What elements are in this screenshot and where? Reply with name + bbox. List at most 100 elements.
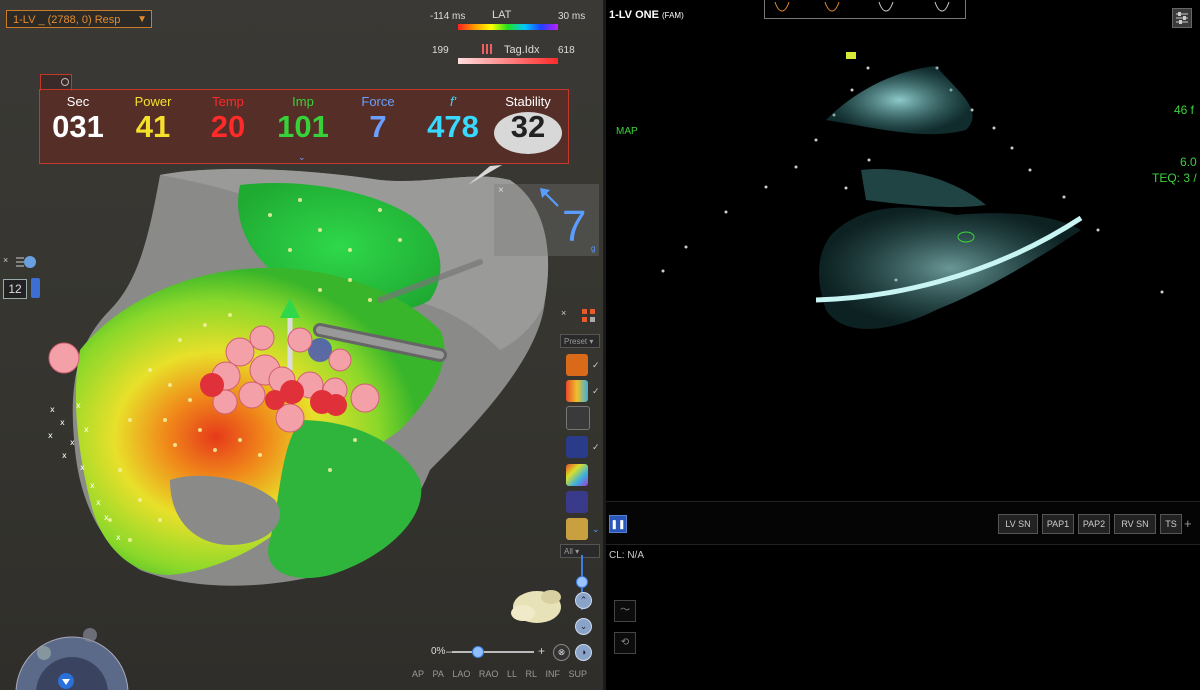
svg-text:x: x: [104, 513, 109, 522]
metric-frequency: f' 478: [418, 94, 488, 145]
grid-points-button[interactable]: [566, 436, 588, 458]
zoom-in-button[interactable]: +: [538, 644, 545, 658]
lat-color-bar: [458, 24, 558, 30]
map-selector[interactable]: 1-LV _ (2788, 0) Resp ▼: [6, 10, 152, 28]
navigation-dial[interactable]: [14, 625, 130, 690]
respiration-icon[interactable]: [14, 254, 36, 270]
svg-text:x: x: [76, 401, 81, 410]
metric-power: Power 41: [118, 94, 188, 145]
history-icon[interactable]: ⟲: [614, 632, 636, 654]
metric-force: Force 7: [343, 94, 413, 145]
settings-sliders-icon[interactable]: [1172, 8, 1192, 28]
metric-temp: Temp 20: [193, 94, 263, 145]
svg-text:x: x: [84, 425, 89, 434]
thumbnail-strip[interactable]: [764, 0, 966, 19]
view-lao[interactable]: LAO: [452, 669, 470, 679]
lv-sn-button[interactable]: LV SN: [998, 514, 1038, 534]
metric-label: Imp: [292, 94, 314, 109]
check-icon: ✓: [592, 442, 600, 452]
heart-orientation-icon[interactable]: [505, 583, 575, 628]
camera-icon: [61, 78, 69, 86]
cycle-length: CL: N/A: [609, 550, 645, 561]
rv-sn-button[interactable]: RV SN: [1114, 514, 1156, 534]
chevron-down-icon[interactable]: ⌄: [298, 152, 306, 163]
close-icon[interactable]: ×: [561, 308, 566, 318]
tag-display-button[interactable]: [566, 354, 588, 376]
pause-button[interactable]: ❚❚: [609, 515, 627, 533]
rotate-up-button[interactable]: ⌃: [575, 592, 592, 609]
echo-panel: 1-LV ONE (FAM) MAP 46 f 6.0 TEQ: 3 / ❚❚ …: [606, 0, 1200, 690]
close-icon[interactable]: ×: [3, 255, 8, 265]
metric-value: 41: [135, 109, 171, 144]
svg-text:x: x: [50, 405, 55, 414]
metric-label: Force: [361, 94, 395, 109]
points-button[interactable]: [566, 406, 590, 430]
chevron-down-icon[interactable]: ⌄: [592, 524, 600, 535]
force-value: 7: [562, 202, 587, 251]
tag-min: 199: [432, 45, 449, 56]
pap2-button[interactable]: PAP2: [1078, 514, 1110, 534]
rotate-down-button[interactable]: ⌄: [575, 618, 592, 635]
force-arrow-icon: [540, 188, 559, 207]
frame-rate-label: 46 f: [1174, 103, 1195, 117]
preset-dropdown[interactable]: Preset ▾: [560, 334, 600, 348]
pap1-button[interactable]: PAP1: [1042, 514, 1074, 534]
svg-text:x: x: [62, 451, 67, 460]
waveform-icon[interactable]: 〜: [614, 600, 636, 622]
tag-icon: [482, 44, 492, 54]
lat-max: 30 ms: [558, 11, 586, 22]
grid-icon[interactable]: [581, 308, 597, 324]
map-label: MAP: [616, 126, 638, 137]
view-ap[interactable]: AP: [412, 669, 424, 679]
catheter-button[interactable]: [566, 518, 588, 540]
echo-title-suffix: (FAM): [661, 11, 684, 20]
playback-bar: ❚❚ LV SN PAP1 PAP2 RV SN TS +: [606, 501, 1200, 545]
metric-imp: Imp 101: [268, 94, 338, 145]
lat-min: -114 ms: [430, 11, 466, 22]
close-icon[interactable]: ×: [498, 185, 504, 196]
mesh-button[interactable]: [566, 491, 588, 513]
metric-label: f': [449, 94, 457, 109]
ablation-panel: Sec 031 Power 41 Temp 20 Imp 101 Force 7…: [39, 89, 569, 164]
all-dropdown[interactable]: All ▾: [560, 544, 600, 558]
metric-sec: Sec 031: [43, 94, 113, 145]
view-pa[interactable]: PA: [433, 669, 444, 679]
zoom-slider[interactable]: [452, 651, 534, 653]
view-sup[interactable]: SUP: [569, 669, 588, 679]
view-rl[interactable]: RL: [525, 669, 537, 679]
preset-label: Preset: [564, 337, 588, 346]
svg-text:x: x: [60, 418, 65, 427]
tag-max: 618: [558, 45, 575, 56]
stepper-icon[interactable]: [31, 278, 40, 298]
svg-text:x: x: [90, 481, 95, 490]
carto-map-panel: xxx xxx xxx xxx 1-LV _ (2788, 0) Resp ▼ …: [0, 0, 603, 690]
force-unit: g: [591, 244, 596, 253]
svg-text:x: x: [70, 438, 75, 447]
ts-button[interactable]: TS: [1160, 514, 1182, 534]
metric-value: 32: [510, 109, 546, 144]
tag-title: Tag.Idx: [504, 44, 540, 56]
zoom-handle[interactable]: [472, 646, 484, 658]
add-icon[interactable]: +: [1184, 516, 1192, 531]
point-count-field[interactable]: 12: [3, 279, 27, 299]
tool-palette: × Preset ▾ ✓ ✓ ✓ ⌄ All ▾: [559, 308, 603, 564]
view-rao[interactable]: RAO: [479, 669, 499, 679]
depth-label: 6.0: [1180, 155, 1197, 169]
svg-text:x: x: [116, 533, 121, 542]
metric-label: Power: [134, 94, 172, 109]
teq-label: TEQ: 3 /: [1152, 171, 1197, 185]
map-selector-label: 1-LV _ (2788, 0) Resp: [13, 14, 121, 26]
metric-stability: Stability 32: [493, 94, 563, 145]
view-buttons: AP PA LAO RAO LL RL INF SUP: [412, 669, 593, 679]
color-scale-button[interactable]: [566, 380, 588, 402]
slider-handle[interactable]: [576, 576, 588, 588]
color-map-button[interactable]: [566, 464, 588, 486]
reset-view-button[interactable]: ⊗: [553, 644, 570, 661]
check-icon: ✓: [592, 360, 600, 370]
metric-value: 20: [210, 109, 246, 144]
echo-title-text: 1-LV ONE: [609, 9, 659, 21]
rotate-view-button[interactable]: ◑: [575, 644, 592, 661]
metric-value: 101: [277, 109, 329, 144]
view-ll[interactable]: LL: [507, 669, 517, 679]
view-inf[interactable]: INF: [546, 669, 561, 679]
